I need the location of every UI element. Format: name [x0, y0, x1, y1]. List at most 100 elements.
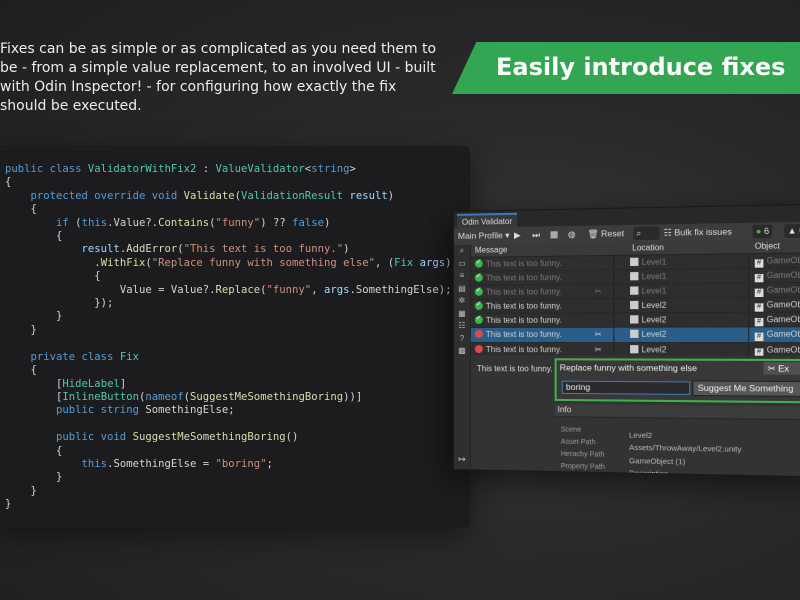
- ok-count-badge[interactable]: ● 6: [753, 224, 773, 238]
- execute-fix-button[interactable]: ✂ Ex: [763, 362, 800, 375]
- table-icon[interactable]: ▦: [454, 307, 470, 320]
- scene-icon: [630, 301, 638, 309]
- details-pane: This text is too funny. Replace funny wi…: [471, 355, 800, 476]
- valid-status-icon: [475, 260, 483, 268]
- code-line-3: protected override void Validate(Validat…: [31, 190, 395, 202]
- valid-status-icon: [475, 302, 483, 310]
- code-line-9: {: [94, 270, 100, 282]
- tools-icon: ✂: [768, 363, 776, 374]
- row-object: #GameObject: [755, 329, 800, 342]
- code-line-8: .WithFix("Replace funny with something e…: [94, 257, 470, 269]
- code-line-11: });: [94, 297, 113, 309]
- chevron-down-icon: ▾: [505, 230, 509, 240]
- asset-path-value: Assets/ThrowAway/Level2.unity: [629, 443, 741, 454]
- suggest-button[interactable]: Suggest Me Something: [692, 380, 800, 397]
- row-location: Level2: [630, 329, 666, 340]
- feature-banner: Easily introduce fixes: [452, 42, 800, 94]
- grid-icon[interactable]: ▩: [454, 345, 470, 358]
- table-row[interactable]: This text is too funny. Level2 #GameObject: [471, 298, 800, 314]
- gameobject-icon: #: [755, 274, 764, 282]
- row-location: Level1: [630, 256, 666, 268]
- fast-forward-icon[interactable]: ⏭: [532, 228, 542, 241]
- code-line-22: }: [56, 471, 62, 483]
- asset-path-key: Asset Path: [561, 439, 596, 447]
- code-line-21: this.SomethingElse = "boring";: [82, 458, 273, 470]
- warning-count-badge[interactable]: ▲ 0: [784, 224, 800, 238]
- row-object: #GameObject: [755, 344, 800, 357]
- intro-text: Fixes can be as simple or as complicated…: [0, 40, 440, 116]
- column-object[interactable]: Object: [755, 241, 780, 251]
- gameobject-icon: #: [755, 289, 764, 297]
- selected-error-text: This text is too funny.: [477, 364, 553, 373]
- valid-status-icon: [475, 316, 483, 324]
- folder-icon[interactable]: ▭: [454, 257, 470, 270]
- row-object: #GameObject: [755, 254, 800, 267]
- play-icon[interactable]: ▶: [514, 229, 523, 242]
- reset-button[interactable]: 🗑 Reset: [587, 227, 624, 241]
- valid-status-icon: [475, 288, 483, 296]
- trash-icon: 🗑: [587, 229, 598, 239]
- property-path-value: Description: [629, 468, 668, 477]
- info-section: Info Scene Level2 Asset Path Assets/Thro…: [555, 404, 800, 476]
- settings-icon[interactable]: ✲: [454, 295, 470, 308]
- fix-tools-icon[interactable]: ✂: [595, 286, 602, 297]
- row-message: This text is too funny.: [486, 272, 562, 284]
- document-icon[interactable]: ▤: [454, 282, 470, 295]
- scene-icon: [630, 345, 638, 353]
- code-line-15: {: [31, 364, 37, 376]
- column-message[interactable]: Message: [475, 245, 508, 255]
- row-location: Level1: [630, 271, 666, 283]
- code-line-14: private class Fix: [31, 351, 139, 363]
- info-header: Info: [555, 404, 800, 420]
- code-line-18: public string SomethingElse;: [56, 404, 235, 416]
- code-line-23: }: [31, 485, 37, 497]
- table-row[interactable]: This text is too funny. Level2 #GameObject: [471, 313, 800, 329]
- fix-title: Replace funny with something else: [560, 362, 697, 373]
- row-message: This text is too funny.: [486, 258, 562, 270]
- code-line-1: public class ValidatorWithFix2 : ValueVa…: [5, 163, 356, 175]
- scene-icon: [630, 287, 638, 295]
- row-location: Level1: [630, 285, 666, 297]
- row-location: Level2: [630, 315, 666, 326]
- validator-sidebar: ⌕ ▭ ≡ ▤ ✲ ▦ ☷ ? ▩ ↦: [454, 245, 471, 470]
- code-line-7: result.AddError("This text is too funny.…: [82, 243, 350, 255]
- row-message: This text is too funny.: [486, 329, 562, 340]
- filter-icon[interactable]: ☷: [454, 320, 470, 333]
- gameobject-icon: #: [755, 333, 764, 341]
- banner-title: Easily introduce fixes: [496, 53, 785, 81]
- scene-key: Scene: [561, 426, 581, 433]
- help-icon[interactable]: ?: [454, 332, 470, 345]
- check-icon: ●: [756, 226, 762, 237]
- row-message: This text is too funny.: [486, 286, 562, 298]
- code-panel: public class ValidatorWithFix2 : ValueVa…: [0, 146, 470, 528]
- scene-icon: [630, 258, 638, 266]
- profile-dropdown[interactable]: Main Profile ▾: [458, 229, 510, 243]
- column-location[interactable]: Location: [632, 243, 664, 253]
- code-line-10: Value = Value?.Replace("funny", args.Som…: [120, 284, 452, 296]
- search-icon[interactable]: ⌕: [454, 245, 470, 258]
- code-line-13: }: [31, 324, 37, 336]
- code-block: public class ValidatorWithFix2 : ValueVa…: [5, 163, 471, 512]
- search-icon[interactable]: ⌕: [633, 226, 659, 240]
- code-line-2: {: [5, 176, 11, 188]
- fix-panel: Replace funny with something else ✂ Ex b…: [555, 358, 800, 403]
- property-path-key: Property Path: [561, 463, 605, 471]
- code-line-16: [HideLabel]: [56, 378, 126, 390]
- fix-tools-icon[interactable]: ✂: [595, 344, 602, 355]
- list-icon[interactable]: ≡: [454, 270, 470, 283]
- issues-table: Message Location Object This text is too…: [471, 240, 800, 356]
- code-line-6: {: [56, 230, 62, 242]
- row-message: This text is too funny.: [486, 315, 562, 326]
- row-location: Level2: [630, 300, 666, 312]
- table-row[interactable]: This text is too funny. ✂ Level2 #GameObjec…: [471, 328, 800, 343]
- expand-arrow-icon[interactable]: ↦: [454, 454, 470, 465]
- bulk-fix-button[interactable]: ☷ Bulk fix issues: [664, 225, 732, 240]
- code-line-17: [InlineButton(nameof(SuggestMeSomethingB…: [56, 391, 362, 403]
- globe-icon[interactable]: ◍: [568, 228, 576, 241]
- warning-icon: ▲: [787, 225, 796, 236]
- stop-icon[interactable]: [551, 228, 559, 241]
- fix-input-field[interactable]: boring: [562, 381, 690, 395]
- fix-tools-icon[interactable]: ✂: [595, 329, 602, 340]
- error-status-icon: [475, 345, 483, 353]
- hierarchy-path-value: GameObject (1): [629, 456, 685, 466]
